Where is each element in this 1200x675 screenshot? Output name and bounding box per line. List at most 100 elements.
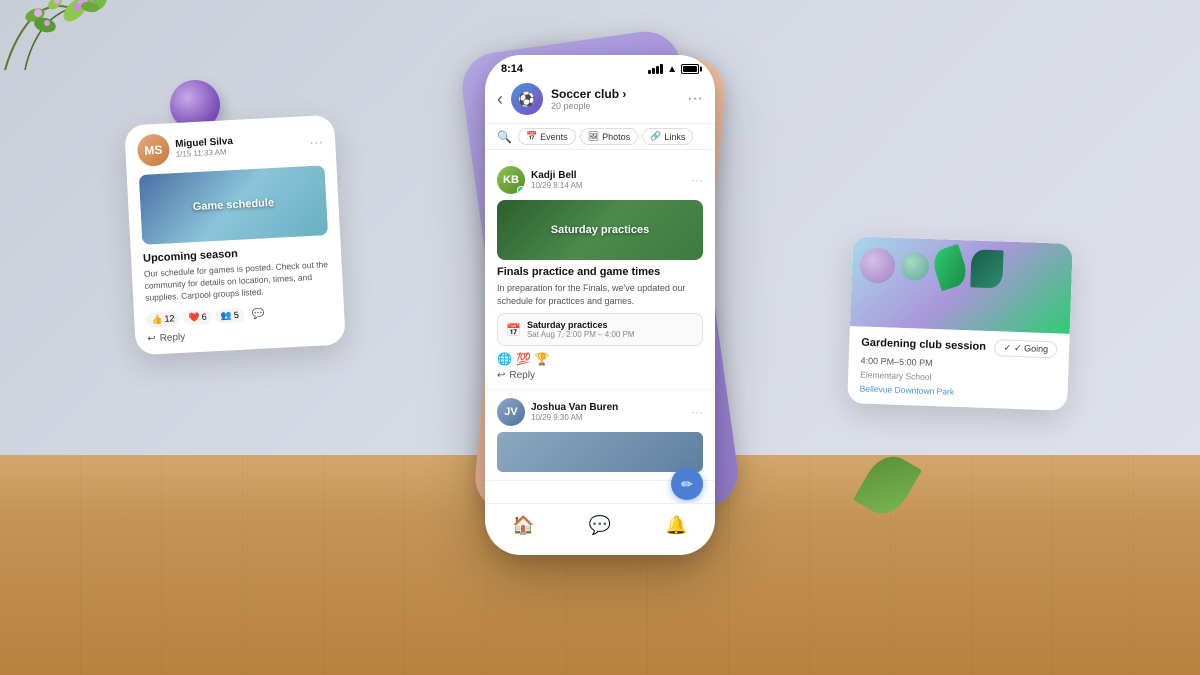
reaction-heart: ❤️ 6 xyxy=(183,309,212,325)
nav-chat-button[interactable]: 💬 xyxy=(589,515,611,536)
bar2 xyxy=(652,68,655,74)
status-time: 8:14 xyxy=(501,63,523,75)
chip-events-label: Events xyxy=(540,132,568,142)
phone-header: ‹ ⚽ Soccer club › 20 people ··· xyxy=(485,79,715,124)
bar3 xyxy=(656,66,659,74)
heart-emoji: ❤️ xyxy=(188,312,200,324)
sender-1-name: Kadji Bell xyxy=(531,170,685,181)
chip-events[interactable]: 📅 Events xyxy=(518,128,576,145)
event-right-title: Gardening club session xyxy=(861,337,986,353)
search-bar: 🔍 📅 Events 🖼 Photos 🔗 Links xyxy=(485,124,715,150)
sender-2-info: Joshua Van Buren 10/29 9:30 AM xyxy=(531,402,685,422)
event-right-park: Bellevue Downtown Park xyxy=(859,384,1055,401)
message-1-more[interactable]: ··· xyxy=(691,173,703,187)
group-count: 5 xyxy=(234,310,240,320)
reaction-more: 💬 xyxy=(252,308,265,320)
signal-icon xyxy=(648,64,663,74)
more-options-button[interactable]: ··· xyxy=(687,90,703,108)
events-icon: 📅 xyxy=(526,131,537,142)
group-count: 20 people xyxy=(551,101,679,111)
photos-icon: 🖼 xyxy=(588,131,599,142)
message-1-image-label: Saturday practices xyxy=(551,224,649,236)
card-left-post: MS Miguel Silva 1/15 11:33 AM ··· Game s… xyxy=(124,115,346,355)
nav-home-button[interactable]: 🏠 xyxy=(512,515,534,536)
compose-icon: ✏ xyxy=(681,476,693,493)
nav-bell-button[interactable]: 🔔 xyxy=(665,515,687,536)
sender-1-avatar: KB xyxy=(497,166,525,194)
chip-links[interactable]: 🔗 Links xyxy=(642,128,693,145)
reply-arrow-icon: ↩ xyxy=(147,333,156,344)
message-1-header: KB Kadji Bell 10/29 8:14 AM ··· xyxy=(497,166,703,194)
sender-2-avatar: JV xyxy=(497,398,525,426)
event-details: Saturday practices Sat Aug 7, 2:00 PM – … xyxy=(527,320,635,339)
message-item-1: KB Kadji Bell 10/29 8:14 AM ··· Saturday… xyxy=(485,158,715,390)
reaction-100[interactable]: 💯 xyxy=(516,352,531,366)
battery-icon xyxy=(681,64,699,74)
sphere-purple xyxy=(859,247,895,283)
sender-2-name: Joshua Van Buren xyxy=(531,402,685,413)
card-left-header: MS Miguel Silva 1/15 11:33 AM ··· xyxy=(137,125,324,167)
heart-count: 6 xyxy=(201,312,207,322)
sphere-teal xyxy=(900,252,929,281)
bar4 xyxy=(660,64,663,74)
message-1-body: In preparation for the Finals, we've upd… xyxy=(497,282,703,307)
compose-fab-button[interactable]: ✏ xyxy=(671,468,703,500)
card-right-image xyxy=(850,236,1073,334)
card-left-time: 1/15 11:33 AM xyxy=(175,147,233,159)
message-1-time: 10/29 8:14 AM xyxy=(531,181,685,190)
search-icon[interactable]: 🔍 xyxy=(497,130,512,144)
message-1-image: Saturday practices xyxy=(497,200,703,260)
card-left-image: Game schedule xyxy=(139,165,328,245)
card-left-reply-btn[interactable]: ↩ Reply xyxy=(147,324,333,345)
chip-photos[interactable]: 🖼 Photos xyxy=(580,128,638,145)
card-right-content: Gardening club session ✓ ✓ Going 4:00 PM… xyxy=(847,326,1070,411)
event-1-title: Saturday practices xyxy=(527,320,635,330)
status-bar: 8:14 ▲ xyxy=(485,55,715,79)
messages-content: KB Kadji Bell 10/29 8:14 AM ··· Saturday… xyxy=(485,150,715,510)
card-right-event: Gardening club session ✓ ✓ Going 4:00 PM… xyxy=(847,236,1073,411)
battery-fill xyxy=(683,66,697,72)
message-1-title: Finals practice and game times xyxy=(497,266,703,278)
group-info: Soccer club › 20 people xyxy=(551,87,679,111)
sender-1-info: Kadji Bell 10/29 8:14 AM xyxy=(531,170,685,190)
garden-leaf xyxy=(929,244,970,291)
garden-decoration xyxy=(859,244,1064,291)
thumbs-emoji: 👍 xyxy=(151,314,163,326)
message-2-more[interactable]: ··· xyxy=(691,405,703,419)
chip-links-label: Links xyxy=(664,132,685,142)
reply-label-1: Reply xyxy=(509,370,535,381)
checkmark-icon: ✓ xyxy=(1003,343,1011,354)
reaction-thumbs: 👍 12 xyxy=(146,311,180,328)
wifi-icon: ▲ xyxy=(667,64,677,75)
card-left-more[interactable]: ··· xyxy=(309,133,324,150)
card-left-image-label: Game schedule xyxy=(193,197,275,213)
group-avatar: ⚽ xyxy=(511,83,543,115)
card-left-reply-label: Reply xyxy=(159,331,185,343)
garden-dark-shape xyxy=(970,249,1003,288)
reply-button-1[interactable]: ↩ Reply xyxy=(497,370,703,381)
phone-main: 8:14 ▲ ‹ ⚽ Soccer club › 20 people ··· 🔍 xyxy=(485,55,715,555)
going-label: ✓ Going xyxy=(1014,343,1048,355)
message-2-image xyxy=(497,432,703,472)
card-left-body: Our schedule for games is posted. Check … xyxy=(144,259,332,304)
reaction-trophy[interactable]: 🏆 xyxy=(535,352,550,366)
bar1 xyxy=(648,70,651,74)
card-left-avatar: MS xyxy=(137,133,171,167)
reaction-globe[interactable]: 🌐 xyxy=(497,352,512,366)
group-emoji: 👥 xyxy=(220,310,232,322)
message-2-time: 10/29 9:30 AM xyxy=(531,413,685,422)
event-calendar-icon: 📅 xyxy=(506,323,521,337)
status-icons: ▲ xyxy=(648,64,699,75)
reaction-avatars: 👥 5 xyxy=(215,307,244,323)
thumbs-count: 12 xyxy=(164,313,175,324)
card-left-reactions: 👍 12 ❤️ 6 👥 5 💬 xyxy=(146,303,333,328)
chip-photos-label: Photos xyxy=(602,132,630,142)
going-badge[interactable]: ✓ ✓ Going xyxy=(994,339,1057,358)
event-card-1[interactable]: 📅 Saturday practices Sat Aug 7, 2:00 PM … xyxy=(497,313,703,346)
bottom-nav: 🏠 💬 🔔 xyxy=(485,503,715,555)
back-button[interactable]: ‹ xyxy=(497,89,503,110)
links-icon: 🔗 xyxy=(650,131,661,142)
reply-arrow-icon-1: ↩ xyxy=(497,370,505,381)
group-name[interactable]: Soccer club › xyxy=(551,87,679,101)
plant-decoration xyxy=(0,0,175,70)
